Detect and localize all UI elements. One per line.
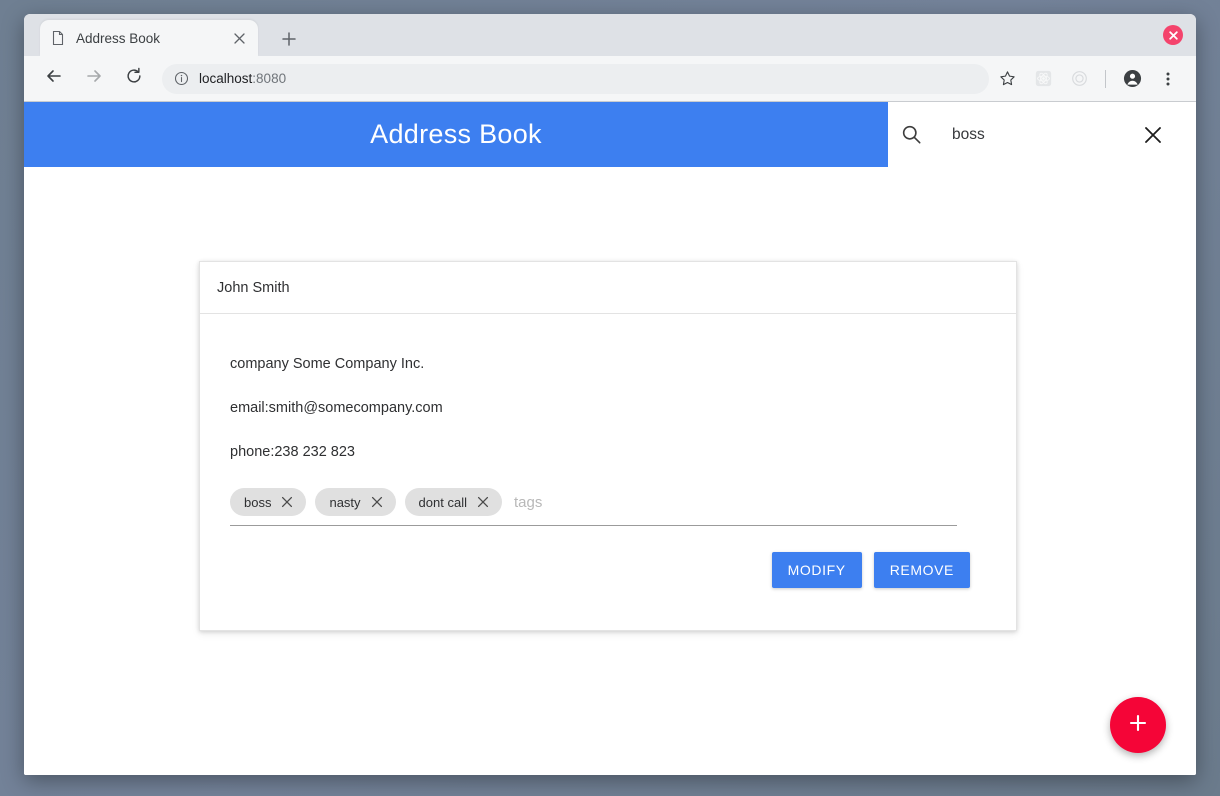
back-arrow-icon xyxy=(45,67,63,90)
toolbar-right-icons xyxy=(989,64,1186,94)
forward-arrow-icon xyxy=(85,67,103,90)
tag-chip-label: nasty xyxy=(329,494,361,510)
reload-icon xyxy=(125,67,143,90)
window-close-icon xyxy=(1168,30,1178,40)
contact-company: company Some Company Inc. xyxy=(230,356,425,372)
browser-window: Address Book localhost:8080 Address Book… xyxy=(24,14,1196,775)
profile-avatar-icon[interactable] xyxy=(1117,64,1147,94)
toolbar-divider xyxy=(1105,69,1106,88)
search-input[interactable]: boss xyxy=(934,126,1138,144)
address-bar[interactable]: localhost:8080 xyxy=(162,63,989,94)
url-port: :8080 xyxy=(252,71,287,86)
close-icon[interactable] xyxy=(278,493,296,511)
contact-card-actions: MODIFY REMOVE xyxy=(230,552,970,588)
plus-icon xyxy=(1127,712,1149,739)
info-circle-icon[interactable] xyxy=(174,71,189,86)
close-icon[interactable] xyxy=(368,493,386,511)
three-dot-menu-icon[interactable] xyxy=(1153,64,1183,94)
tag-chip[interactable]: dont call xyxy=(404,488,502,516)
browser-tab[interactable]: Address Book xyxy=(40,20,258,56)
forward-button[interactable] xyxy=(79,64,109,94)
close-icon[interactable] xyxy=(474,493,492,511)
contact-phone: phone:238 232 823 xyxy=(230,444,355,460)
search-icon xyxy=(888,124,934,145)
close-icon[interactable] xyxy=(230,29,248,47)
tag-chip[interactable]: boss xyxy=(230,488,307,516)
page-viewport: Address Book boss John Smith company Som… xyxy=(24,102,1196,775)
browser-tab-title: Address Book xyxy=(76,30,161,46)
window-close-button[interactable] xyxy=(1163,25,1183,45)
back-button[interactable] xyxy=(39,64,69,94)
reload-button[interactable] xyxy=(119,64,149,94)
tags-input[interactable]: tags xyxy=(511,494,542,511)
search-clear-button[interactable] xyxy=(1138,120,1168,150)
page-icon xyxy=(50,30,66,46)
page-title: Address Book xyxy=(24,102,888,167)
contact-card: John Smith company Some Company Inc. ema… xyxy=(199,261,1017,631)
address-bar-url: localhost:8080 xyxy=(199,71,286,86)
tag-chip-label: dont call xyxy=(418,494,467,510)
circle-target-icon[interactable] xyxy=(1064,64,1094,94)
star-icon[interactable] xyxy=(992,64,1022,94)
browser-tab-strip: Address Book xyxy=(24,14,1196,56)
app-bar: Address Book boss xyxy=(24,102,1196,167)
contact-card-body: company Some Company Inc. email:smith@so… xyxy=(200,314,1016,630)
search-bar: boss xyxy=(888,102,1196,167)
tags-input-row[interactable]: boss nasty dont call tags xyxy=(230,488,957,526)
contact-card-header: John Smith xyxy=(200,262,1016,314)
new-tab-button[interactable] xyxy=(276,26,302,52)
browser-toolbar: localhost:8080 xyxy=(24,56,1196,102)
modify-button[interactable]: MODIFY xyxy=(771,552,862,588)
contact-name: John Smith xyxy=(217,279,290,296)
tag-chip[interactable]: nasty xyxy=(315,488,396,516)
react-icon[interactable] xyxy=(1028,64,1058,94)
tag-chip-label: boss xyxy=(244,494,272,510)
url-host: localhost xyxy=(199,71,253,86)
add-contact-button[interactable] xyxy=(1110,697,1166,753)
remove-button[interactable]: REMOVE xyxy=(873,552,970,588)
contact-email: email:smith@somecompany.com xyxy=(230,400,443,416)
